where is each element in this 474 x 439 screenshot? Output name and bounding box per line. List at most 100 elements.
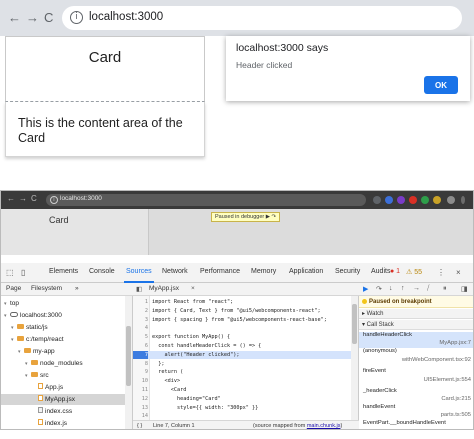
call-stack-section[interactable]: ▾ Call Stack [359,320,473,330]
line-number[interactable]: 2 [133,307,148,315]
call-stack-frame[interactable]: (anonymous) withWebComponent.tsx:92 [359,348,473,367]
line-number[interactable]: 1 [133,298,148,306]
tab-filesystem[interactable]: Filesystem [31,285,62,292]
source-map-link[interactable]: main.chunk.js [307,423,341,429]
close-icon[interactable]: × [191,285,195,292]
tab-console[interactable]: Console [89,268,115,275]
step-icon[interactable]: → [413,285,420,292]
frame-location-link[interactable]: UI5Element.js:554 [424,377,471,383]
tab-memory[interactable]: Memory [251,268,276,275]
sidebar-toggle-icon[interactable]: ◨ [461,285,468,293]
code-line[interactable]: 5 export function MyApp() { [133,333,352,341]
inspect-element-icon[interactable]: ⬚ [6,268,14,277]
paused-in-debugger-tooltip[interactable]: Paused in debugger ▶ ↷ [211,212,281,222]
toggle-navigator-icon[interactable]: ◧ [136,285,142,293]
frame-location-link[interactable]: parts.ts:505 [441,412,471,418]
code-line[interactable]: 4 [133,324,352,332]
line-number[interactable]: 8 [133,360,148,368]
tree-toggle-icon[interactable]: ▾ [4,311,10,322]
profile-avatar[interactable] [447,196,455,204]
code-line[interactable]: 14 [133,412,352,420]
extension-icon[interactable] [433,196,441,204]
line-number[interactable]: 13 [133,404,148,412]
pause-on-exceptions-icon[interactable]: ⏸ [443,285,447,293]
tree-item[interactable]: ▾ node_modules [1,358,125,369]
forward-arrow-icon[interactable]: → [26,9,39,27]
tree-item[interactable]: ▾ src [1,370,125,381]
line-number[interactable]: 3 [133,316,148,324]
code-line[interactable]: 1 import React from "react"; [133,298,352,306]
tree-item[interactable]: App.js [1,382,125,393]
line-number[interactable]: 5 [133,333,148,341]
editor-tab-myapp[interactable]: MyApp.jsx [149,285,179,292]
code-area[interactable]: 1 import React from "react"; 2 import { Car… [133,296,352,420]
call-stack-frame[interactable]: fireEvent UI5Element.js:554 [359,368,473,387]
breakpoint-line[interactable]: 7 alert("Header clicked"); [133,350,352,359]
tree-item[interactable]: index.css [1,406,125,417]
editor-scrollbar[interactable] [351,296,358,420]
forward-arrow-icon[interactable]: → [19,194,27,203]
call-stack-frame[interactable]: EventPart.__boundHandleEvent [359,420,473,429]
line-number[interactable]: 14 [133,412,148,420]
kebab-menu-icon[interactable] [461,196,465,204]
tab-audits[interactable]: Audits [371,268,390,275]
code-line[interactable]: 12 heading="Card" [133,395,352,403]
deactivate-breakpoints-icon[interactable]: ⧸ [427,285,429,293]
info-icon[interactable]: i [50,196,58,204]
frame-location-link[interactable]: MyApp.jsx:7 [439,340,471,346]
call-stack-frame[interactable]: _headerClick Card.js:215 [359,388,473,404]
address-bar[interactable]: i localhost:3000 [46,194,366,206]
scrollbar-thumb[interactable] [352,304,357,344]
code-line[interactable]: 2 import { Card, Text } from "@ui5/webcom… [133,307,352,315]
resume-icon[interactable]: ▶ [363,285,368,293]
tab-page[interactable]: Page [6,285,21,292]
tree-item[interactable]: index.js [1,418,125,429]
reload-icon[interactable]: C [31,194,37,203]
line-number[interactable]: 4 [133,324,148,332]
reload-icon[interactable]: C [44,9,53,27]
back-arrow-icon[interactable]: ← [7,194,15,203]
code-line[interactable]: 9 return ( [133,368,352,376]
code-line[interactable]: 13 style={{ width: "300px" }} [133,404,352,412]
warning-count-badge[interactable]: ⚠ 55 [406,268,422,276]
tree-item[interactable]: ▾ c:/temp/react [1,334,125,345]
scrollbar-thumb[interactable] [126,326,131,386]
tab-security[interactable]: Security [335,268,360,275]
tree-item[interactable]: ▾ localhost:3000 [1,310,125,321]
code-line[interactable]: 11 <Card [133,386,352,394]
line-number[interactable]: 7 [133,350,148,359]
error-count-badge[interactable]: ● 1 [390,268,400,275]
tab-elements[interactable]: Elements [49,268,78,275]
frame-location-link[interactable]: Card.js:215 [441,396,471,402]
extension-icon[interactable] [397,196,405,204]
code-line[interactable]: 6 const handleHeaderClick = () => { [133,342,352,350]
call-stack-frame[interactable]: handleHeaderClick MyApp.jsx:7 [359,332,473,348]
tree-item[interactable]: MyApp.jsx [1,394,125,405]
card-header[interactable]: Card [1,209,149,255]
info-icon[interactable]: i [70,11,83,24]
line-number[interactable]: 6 [133,342,148,350]
line-number[interactable]: 12 [133,395,148,403]
watch-section[interactable]: ▸ Watch [359,309,473,319]
step-over-icon[interactable]: ↷ [376,285,382,293]
navigator-scrollbar[interactable] [125,296,132,429]
tree-item[interactable]: ▾ static/js [1,322,125,333]
extension-icon[interactable] [373,196,381,204]
extension-icon[interactable] [409,196,417,204]
tab-network[interactable]: Network [162,268,188,275]
line-number[interactable]: 9 [133,368,148,376]
more-tabs-icon[interactable]: » [75,285,79,292]
tab-performance[interactable]: Performance [200,268,240,275]
line-number[interactable]: 11 [133,386,148,394]
extension-icon[interactable] [385,196,393,204]
call-stack-frame[interactable]: handleEvent parts.ts:505 [359,404,473,420]
extension-icon[interactable] [421,196,429,204]
address-bar[interactable]: i localhost:3000 [62,6,462,30]
code-line[interactable]: 3 import { spacing } from "@ui5/webcompon… [133,316,352,324]
card-header[interactable]: Card [5,36,205,102]
close-icon[interactable]: × [456,268,461,277]
tab-application[interactable]: Application [289,268,323,275]
code-line[interactable]: 8 }; [133,360,352,368]
tree-item[interactable]: ▾ top [1,298,125,309]
code-line[interactable]: 10 <div> [133,377,352,385]
